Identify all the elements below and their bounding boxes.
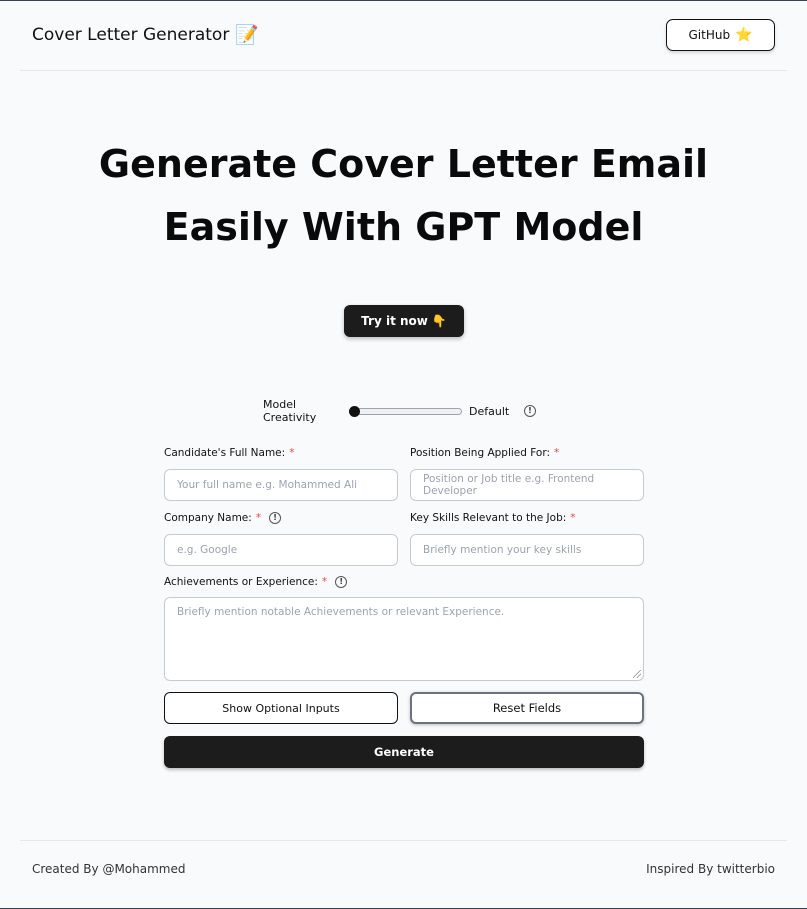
optional-button-label: Show Optional Inputs: [222, 701, 340, 715]
creativity-value: Default: [469, 404, 510, 418]
skills-placeholder: Briefly mention your key skills: [423, 544, 582, 556]
star-icon: ⭐: [735, 27, 753, 43]
generate-button-label: Generate: [374, 745, 434, 759]
position-input[interactable]: Position or Job title e.g. Frontend Deve…: [410, 469, 644, 501]
try-it-now-button[interactable]: Try it now 👇: [344, 305, 464, 337]
info-icon[interactable]: !: [269, 512, 282, 524]
required-mark: *: [289, 447, 295, 459]
skills-label: Key Skills Relevant to the Job: *: [410, 510, 644, 526]
position-label-text: Position Being Applied For:: [410, 447, 551, 459]
hero-line-1: Generate Cover Letter Email: [98, 142, 709, 186]
position-field: Position Being Applied For: * Position o…: [410, 445, 644, 501]
required-mark: *: [321, 576, 328, 588]
position-placeholder: Position or Job title e.g. Frontend Deve…: [423, 473, 595, 497]
footer-inspired[interactable]: Inspired By twitterbio: [646, 862, 775, 876]
required-mark: *: [554, 447, 560, 459]
achievements-field: Achievements or Experience: * ! Briefly …: [164, 574, 644, 681]
company-placeholder: e.g. Google: [177, 544, 238, 556]
brand[interactable]: Cover Letter Generator 📝: [32, 25, 259, 45]
full-name-label-text: Candidate's Full Name:: [164, 447, 286, 459]
full-name-placeholder: Your full name e.g. Mohammed Ali: [177, 479, 358, 491]
github-button[interactable]: GitHub ⭐: [666, 19, 775, 51]
company-field: Company Name: * ! e.g. Google: [164, 510, 398, 566]
company-label: Company Name: * !: [164, 510, 398, 526]
footer: Created By @Mohammed Inspired By twitter…: [20, 840, 787, 900]
github-label: GitHub: [688, 28, 731, 42]
reset-fields-button[interactable]: Reset Fields: [410, 692, 644, 724]
company-label-text: Company Name:: [164, 512, 252, 524]
info-icon[interactable]: !: [335, 576, 348, 588]
creativity-slider[interactable]: [349, 405, 462, 417]
memo-icon: 📝: [235, 23, 259, 46]
try-label: Try it now: [361, 314, 428, 328]
creativity-slider-row: Model Creativity Default !: [263, 398, 553, 424]
pointing-down-icon: 👇: [431, 314, 447, 328]
achievements-label: Achievements or Experience: * !: [164, 574, 644, 590]
achievements-label-text: Achievements or Experience:: [164, 576, 318, 588]
page: Cover Letter Generator 📝 GitHub ⭐ Genera…: [0, 0, 807, 909]
skills-field: Key Skills Relevant to the Job: * Briefl…: [410, 510, 644, 566]
hero-line-2: Easily With GPT Model: [163, 205, 644, 249]
reset-button-label: Reset Fields: [492, 701, 562, 715]
show-optional-inputs-button[interactable]: Show Optional Inputs: [164, 692, 398, 724]
slider-knob[interactable]: [349, 405, 360, 417]
info-icon[interactable]: !: [524, 405, 536, 417]
full-name-field: Candidate's Full Name: * Your full name …: [164, 445, 398, 501]
required-mark: *: [570, 512, 576, 524]
hero-heading: Generate Cover Letter Email Easily With …: [0, 133, 807, 259]
company-input[interactable]: e.g. Google: [164, 534, 398, 566]
achievements-textarea[interactable]: Briefly mention notable Achievements or …: [164, 597, 644, 681]
skills-label-text: Key Skills Relevant to the Job:: [410, 512, 567, 524]
position-label: Position Being Applied For: *: [410, 445, 644, 461]
required-mark: *: [255, 512, 262, 524]
skills-input[interactable]: Briefly mention your key skills: [410, 534, 644, 566]
full-name-label: Candidate's Full Name: *: [164, 445, 398, 461]
resize-handle-icon[interactable]: [633, 670, 641, 678]
achievements-placeholder: Briefly mention notable Achievements or …: [177, 606, 505, 618]
full-name-input[interactable]: Your full name e.g. Mohammed Ali: [164, 469, 398, 501]
creativity-label: Model Creativity: [263, 398, 317, 424]
top-header: Cover Letter Generator 📝 GitHub ⭐: [20, 1, 787, 71]
footer-credit[interactable]: Created By @Mohammed: [32, 862, 186, 876]
app-title: Cover Letter Generator: [32, 25, 230, 45]
generate-button[interactable]: Generate: [164, 736, 644, 768]
